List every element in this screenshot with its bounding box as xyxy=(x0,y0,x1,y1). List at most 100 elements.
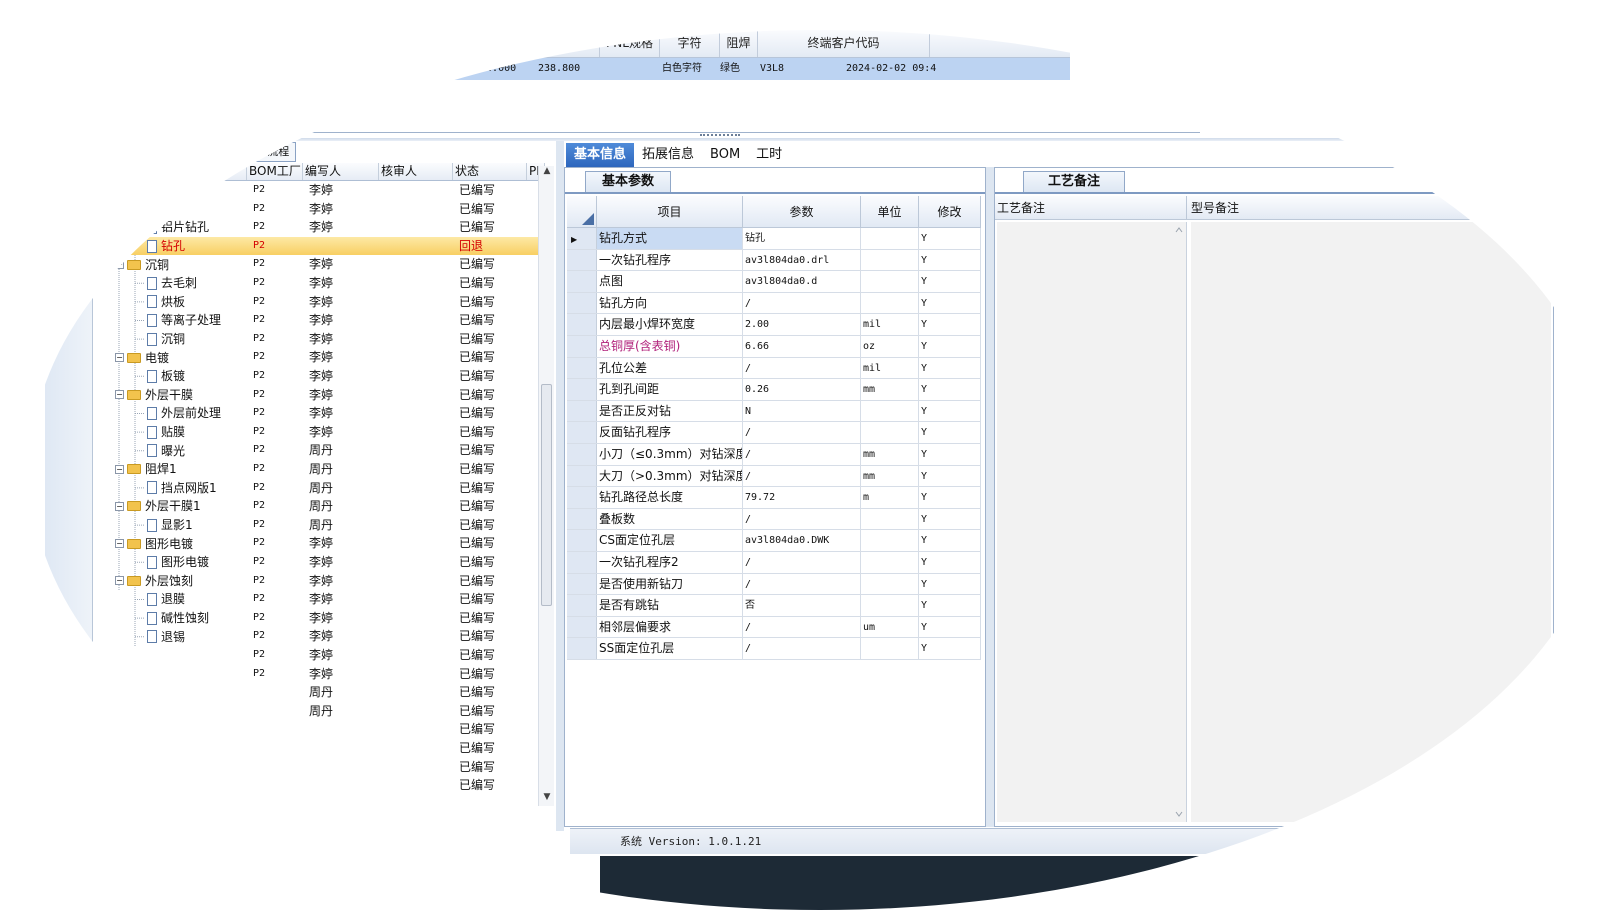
main-info-col-header[interactable]: 阻焊 xyxy=(720,29,758,57)
param-value-cell[interactable]: / xyxy=(743,552,861,573)
param-col-header[interactable]: 单位 xyxy=(861,196,919,228)
row-selector[interactable] xyxy=(567,400,597,422)
tree-row[interactable]: 已编写 xyxy=(95,758,545,777)
tree-row[interactable]: P2 李婷 已编写 xyxy=(95,646,545,665)
tray-shield-icon[interactable] xyxy=(1318,870,1335,886)
tree-row[interactable]: 周丹 已编写 xyxy=(95,702,545,721)
row-selector[interactable] xyxy=(567,573,597,595)
tree-node[interactable]: 退锡 xyxy=(95,627,247,646)
tree-row[interactable]: 已编写 xyxy=(95,739,545,758)
tree-node[interactable] xyxy=(95,646,247,665)
param-value-cell[interactable]: 79.72 xyxy=(743,487,861,508)
tab-basic-info[interactable]: 基本信息 xyxy=(566,143,635,167)
row-selector[interactable] xyxy=(567,357,597,379)
tree-node[interactable]: 碱性蚀刻 xyxy=(95,609,247,628)
tree-expander-icon[interactable]: − xyxy=(115,390,124,400)
tree-node[interactable]: − 外层干膜 xyxy=(95,386,247,405)
scroll-up-arrow-icon[interactable]: ▲ xyxy=(539,166,555,180)
tree-row[interactable]: 板镀 P2 李婷 已编写 xyxy=(95,367,545,386)
row-selector[interactable] xyxy=(567,271,597,292)
tree-node[interactable]: − 阻焊1 xyxy=(95,460,247,479)
main-info-col-header[interactable]: 板厚 xyxy=(280,29,318,57)
param-row[interactable]: 是否有跳钻否 Y xyxy=(567,595,981,617)
tree-node[interactable] xyxy=(95,758,247,777)
tree-node[interactable]: − 外层干膜1 xyxy=(95,497,247,516)
tree-row[interactable]: P2 李婷 已编写 xyxy=(95,665,545,684)
param-row[interactable]: 总铜厚(含表铜) 6.66 oz Y xyxy=(567,336,981,358)
tree-row[interactable]: 挡点网版1 P2 周丹 已编写 xyxy=(95,479,545,498)
tree-node[interactable] xyxy=(95,739,247,758)
param-row[interactable]: 小刀（≤0.3mm）对钻深度 / mm Y xyxy=(567,444,981,466)
tree-node[interactable] xyxy=(95,720,247,739)
vertical-splitter-right[interactable] xyxy=(986,167,994,827)
tree-col-header[interactable]: 核审人 xyxy=(379,163,453,180)
tab-extended-info[interactable]: 拓展信息 xyxy=(634,143,702,167)
tree-row[interactable]: − 沉铜 P2 李婷 已编写 xyxy=(95,255,545,274)
main-info-col-header[interactable]: 板材 xyxy=(318,29,356,57)
param-value-cell[interactable]: / xyxy=(743,465,861,487)
tree-node[interactable]: 铝片钻孔 xyxy=(95,218,247,237)
tree-row[interactable]: 曝光 P2 周丹 已编写 xyxy=(95,441,545,460)
tray-expand-icon[interactable]: ︿ xyxy=(1212,870,1224,887)
param-value-cell[interactable]: 钻孔 xyxy=(743,228,861,249)
row-selector[interactable] xyxy=(567,508,597,530)
param-value-cell[interactable]: / xyxy=(743,357,861,379)
param-row[interactable]: 孔位公差 / mil Y xyxy=(567,357,981,380)
process-tree-scrollbar[interactable]: ▲ ▼ xyxy=(538,166,554,806)
param-value-cell[interactable]: av3l804da0.d xyxy=(743,271,861,292)
tree-node[interactable]: 图形电镀 xyxy=(95,553,247,572)
tree-row[interactable]: 外层前处理 P2 李婷 已编写 xyxy=(95,404,545,423)
param-value-cell[interactable]: / xyxy=(743,422,861,443)
param-row[interactable]: SS面定位孔层 / Y xyxy=(567,638,981,660)
param-col-header[interactable]: 参数 xyxy=(743,196,861,228)
tree-node[interactable]: 等离子处理 xyxy=(95,311,247,330)
param-row[interactable]: 相邻层偏要求 / um Y xyxy=(567,616,981,639)
tree-node[interactable]: − 沉铜 xyxy=(95,255,247,274)
tree-node[interactable]: 贴膜 xyxy=(95,423,247,442)
row-selector[interactable] xyxy=(567,292,597,314)
note-scrollbar[interactable] xyxy=(1173,224,1185,820)
row-selector[interactable] xyxy=(567,249,597,271)
tree-row[interactable]: − 阻焊1 P2 周丹 已编写 xyxy=(95,460,545,479)
ime-language-toggle[interactable]: 英 xyxy=(1424,832,1438,852)
row-selector[interactable] xyxy=(567,530,597,551)
param-row[interactable]: 反面钻孔程序 / Y xyxy=(567,422,981,444)
param-value-cell[interactable]: / xyxy=(743,444,861,465)
tree-node[interactable] xyxy=(95,776,247,795)
tree-row[interactable]: − 钻孔 P2 李婷 已编写 xyxy=(95,200,545,219)
scroll-down-arrow-icon[interactable]: ▼ xyxy=(539,792,555,806)
row-selector[interactable] xyxy=(567,465,597,487)
tree-row[interactable]: 打字唛 P2 李婷 已编写 xyxy=(95,181,545,200)
tree-row[interactable]: 已编写 xyxy=(95,720,545,739)
vertical-splitter-left[interactable] xyxy=(556,141,564,831)
tree-col-header[interactable]: BOM工厂 xyxy=(247,163,303,180)
tree-node[interactable]: − 外层蚀刻 xyxy=(95,572,247,591)
chat-bubble-icon[interactable] xyxy=(55,177,81,201)
tree-row[interactable]: 周丹 已编写 xyxy=(95,683,545,702)
tree-expander-icon[interactable]: − xyxy=(115,464,124,474)
tree-row[interactable]: − 外层蚀刻 P2 李婷 已编写 xyxy=(95,572,545,591)
param-value-cell[interactable]: av3l804da0.DWK xyxy=(743,530,861,551)
tree-row[interactable]: 烘板 P2 李婷 已编写 xyxy=(95,293,545,312)
main-info-col-header[interactable]: PNL规格 xyxy=(600,29,660,57)
tree-node[interactable]: − 电镀 xyxy=(95,348,247,367)
tree-node[interactable]: 打字唛 xyxy=(95,181,247,200)
param-value-cell[interactable]: / xyxy=(743,638,861,659)
sogou-logo-icon[interactable]: S xyxy=(1392,829,1418,855)
tree-expander-icon[interactable]: − xyxy=(115,576,124,586)
param-value-cell[interactable]: av3l804da0.drl xyxy=(743,249,861,271)
tree-row[interactable]: 图形电镀 P2 李婷 已编写 xyxy=(95,553,545,572)
param-row[interactable]: 内层最小焊环宽度 2.00 mil Y xyxy=(567,314,981,336)
row-selector[interactable] xyxy=(567,422,597,443)
ime-punctuation-toggle[interactable]: •, xyxy=(1444,834,1457,850)
tree-row[interactable]: 铝片钻孔 P2 李婷 已编写 xyxy=(95,218,545,237)
row-selector[interactable] xyxy=(567,487,597,508)
row-selector[interactable] xyxy=(567,595,597,616)
horizontal-splitter-handle[interactable] xyxy=(700,134,740,138)
tree-row[interactable]: 等离子处理 P2 李婷 已编写 xyxy=(95,311,545,330)
tree-expander-icon[interactable]: − xyxy=(115,353,124,363)
tab-basic-params[interactable]: 基本参数 xyxy=(585,171,672,193)
main-info-col-header[interactable]: 成品宽度 xyxy=(536,29,600,57)
param-row[interactable]: 钻孔方向 / Y xyxy=(567,292,981,315)
volume-icon[interactable]: 🔈 xyxy=(1274,871,1290,886)
